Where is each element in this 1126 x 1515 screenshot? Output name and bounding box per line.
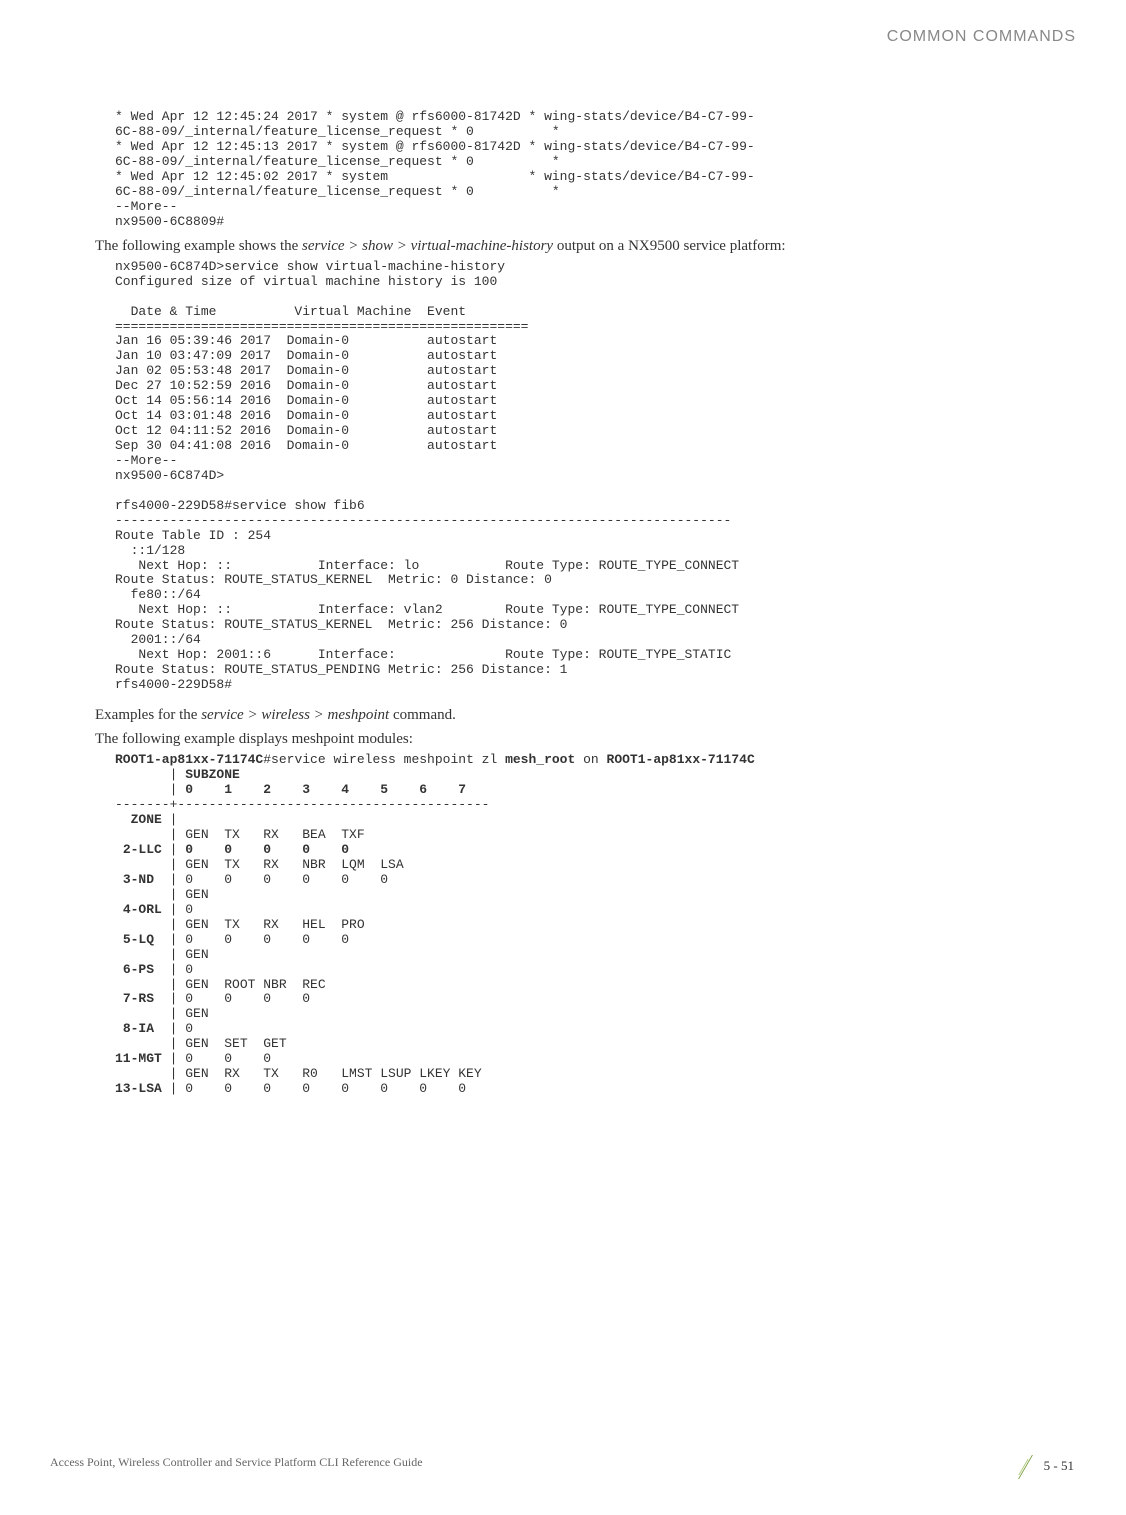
b3-l13c: | 0 0 0 0 0	[154, 932, 349, 947]
main-content: * Wed Apr 12 12:45:24 2017 * system @ rf…	[115, 110, 1076, 1103]
b3-l23c: | 0 0 0 0 0 0 0 0	[162, 1081, 466, 1096]
para2-before: Examples for the	[95, 707, 201, 723]
b3-l4: -------+--------------------------------…	[115, 797, 489, 812]
b3-l2a: |	[115, 767, 185, 782]
b3-l5c: |	[162, 812, 178, 827]
b3-l17b: 7-RS	[123, 991, 154, 1006]
b3-l5b: ZONE	[131, 812, 162, 827]
b3-l15b: 6-PS	[123, 962, 154, 977]
b3-l11c: | 0	[162, 902, 193, 917]
code-block-2: nx9500-6C874D>service show virtual-machi…	[115, 260, 1076, 693]
b3-l12: | GEN TX RX HEL PRO	[115, 917, 365, 932]
page-footer: Access Point, Wireless Controller and Se…	[50, 1455, 1076, 1485]
b3-l17c: | 0 0 0 0	[154, 991, 310, 1006]
b3-l16: | GEN ROOT NBR REC	[115, 977, 326, 992]
page-header: COMMON COMMANDS	[887, 28, 1076, 46]
b3-l9a	[115, 872, 123, 887]
b3-l13b: 5-LQ	[123, 932, 154, 947]
code-block-1: * Wed Apr 12 12:45:24 2017 * system @ rf…	[115, 110, 1076, 230]
b3-l9c: | 0 0 0 0 0 0	[154, 872, 388, 887]
paragraph-2: Examples for the service > wireless > me…	[95, 705, 1076, 725]
b3-b1: mesh_root	[505, 752, 575, 767]
page-badge: 5 - 51	[986, 1455, 1076, 1481]
b3-l6: | GEN TX RX BEA TXF	[115, 827, 365, 842]
page-number: 5 - 51	[1044, 1458, 1074, 1474]
b3-l21b: 11-MGT	[115, 1051, 162, 1066]
b3-l7d: 0 0 0 0 0	[185, 842, 349, 857]
b3-l10: | GEN	[115, 887, 209, 902]
b3-pre1: ROOT1-ap81xx-71174C	[115, 752, 263, 767]
footer-text: Access Point, Wireless Controller and Se…	[50, 1455, 423, 1470]
b3-l21c: | 0 0 0	[162, 1051, 271, 1066]
b3-l20: | GEN SET GET	[115, 1036, 287, 1051]
b3-l5a	[115, 812, 131, 827]
b3-mid1: #service wireless meshpoint zl	[263, 752, 505, 767]
b3-l8: | GEN TX RX NBR LQM LSA	[115, 857, 404, 872]
b3-mid2: on	[575, 752, 606, 767]
paragraph-3: The following example displays meshpoint…	[95, 729, 1076, 749]
b3-l19c: | 0	[154, 1021, 193, 1036]
b3-l7b: 2-LLC	[123, 842, 162, 857]
b3-l7a	[115, 842, 123, 857]
b3-l15a	[115, 962, 123, 977]
b3-l9b: 3-ND	[123, 872, 154, 887]
b3-l11b: 4-ORL	[123, 902, 162, 917]
b3-l11a	[115, 902, 123, 917]
b3-l23b: 13-LSA	[115, 1081, 162, 1096]
b3-b2: ROOT1-ap81xx-71174C	[607, 752, 755, 767]
b3-l18: | GEN	[115, 1006, 209, 1021]
para2-emphasis: service > wireless > meshpoint	[201, 707, 389, 723]
b3-l14: | GEN	[115, 947, 209, 962]
para1-after: output on a NX9500 service platform:	[553, 238, 785, 254]
b3-l3a: |	[115, 782, 185, 797]
para1-emphasis: service > show > virtual-machine-history	[302, 238, 553, 254]
code-block-3: ROOT1-ap81xx-71174C#service wireless mes…	[115, 753, 1076, 1097]
paragraph-1: The following example shows the service …	[95, 236, 1076, 256]
b3-l22: | GEN RX TX R0 LMST LSUP LKEY KEY	[115, 1066, 482, 1081]
b3-l17a	[115, 991, 123, 1006]
para1-before: The following example shows the	[95, 238, 302, 254]
b3-l3b: 0 1 2 3 4 5 6 7	[185, 782, 466, 797]
b3-l15c: | 0	[154, 962, 193, 977]
b3-l19b: 8-IA	[123, 1021, 154, 1036]
b3-l13a	[115, 932, 123, 947]
para2-after: command.	[389, 707, 456, 723]
b3-l2b: SUBZONE	[185, 767, 240, 782]
b3-l7c: |	[162, 842, 185, 857]
b3-l19a	[115, 1021, 123, 1036]
